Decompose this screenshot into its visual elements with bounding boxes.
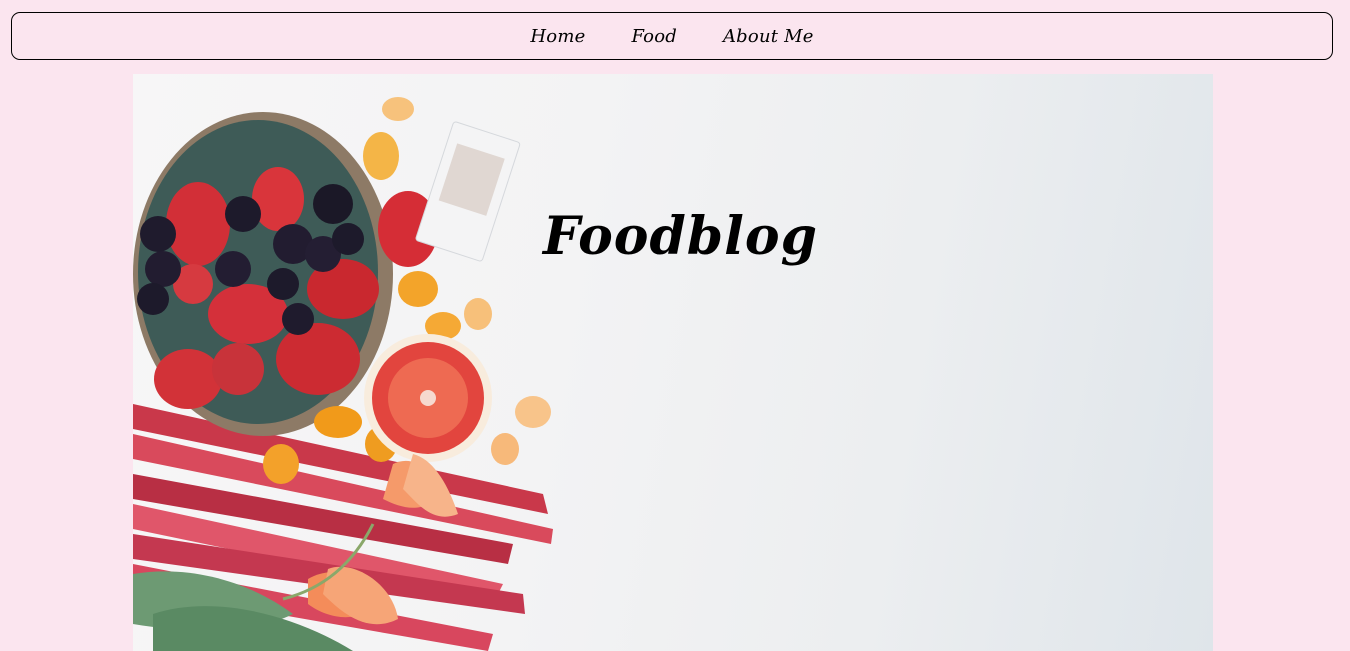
- recipe-card: [415, 121, 521, 262]
- nav-link-home[interactable]: Home: [530, 26, 585, 47]
- top-navigation: Home Food About Me: [11, 12, 1333, 60]
- page-title: Foodblog: [543, 206, 818, 267]
- blood-orange-half: [364, 334, 492, 462]
- fruit-bowl: [133, 112, 393, 436]
- nav-link-food[interactable]: Food: [631, 26, 677, 47]
- hero-banner: Foodblog: [133, 74, 1213, 651]
- nav-link-about-me[interactable]: About Me: [723, 26, 814, 47]
- hero-food-photo: [133, 97, 553, 651]
